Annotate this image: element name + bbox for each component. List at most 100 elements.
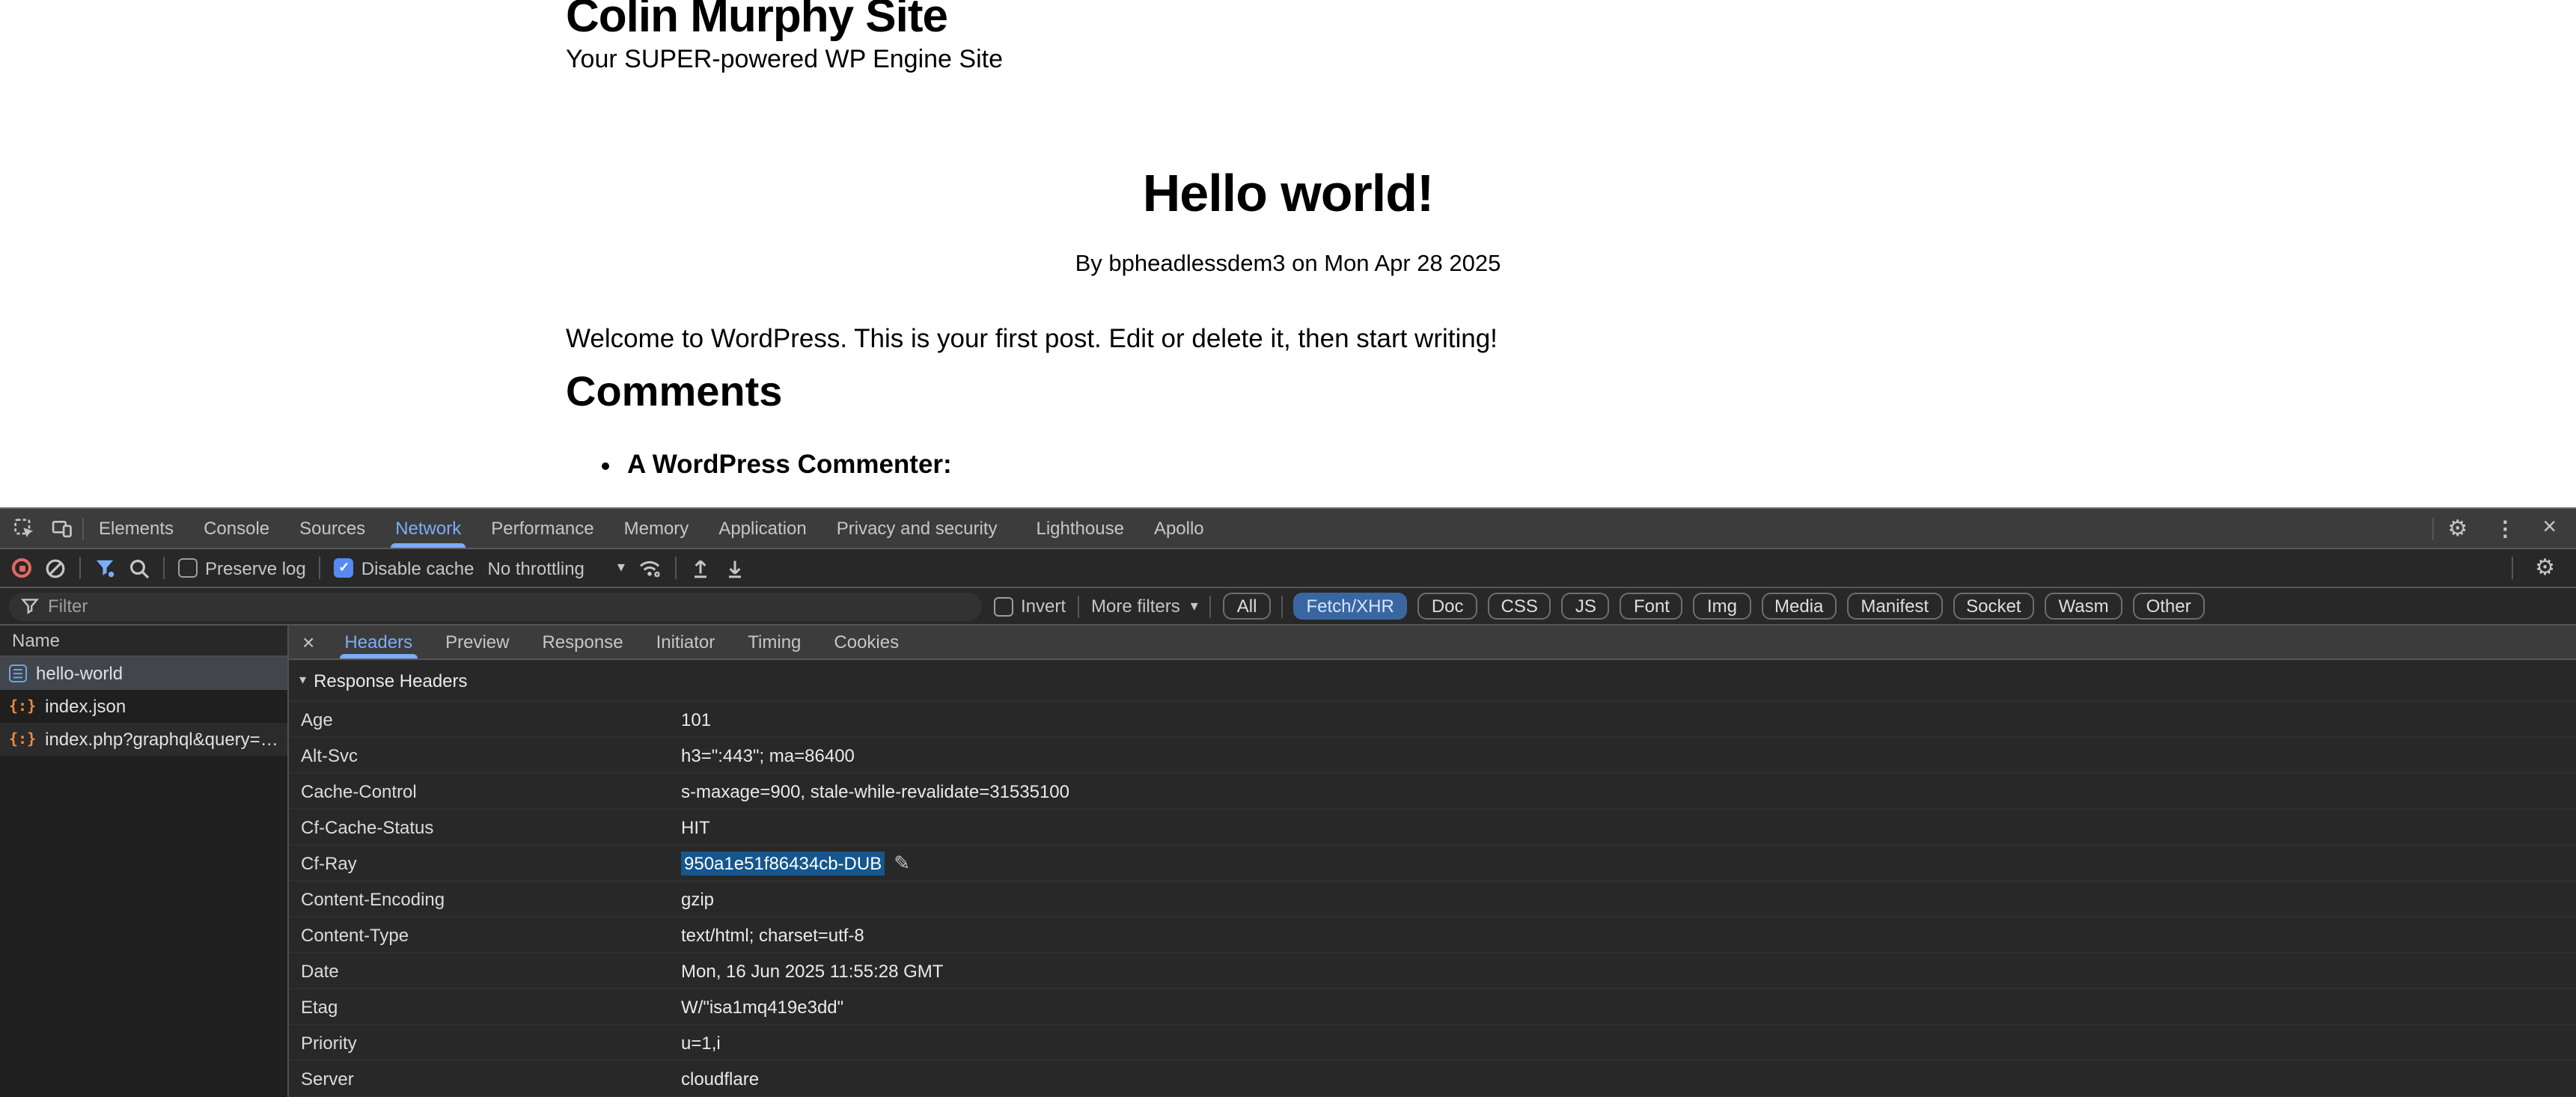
divider (2511, 557, 2512, 579)
devtools: Elements Console Sources Network Perform… (0, 507, 2576, 1097)
filter-input-wrap (9, 592, 982, 620)
section-title: Response Headers (314, 670, 467, 691)
webpage-viewport: Colin Murphy Site Your SUPER-powered WP … (0, 0, 2576, 507)
tab-lighthouse[interactable]: Lighthouse (1022, 509, 1139, 548)
export-har-icon[interactable] (725, 557, 746, 578)
header-value: text/html; charset=utf-8 (681, 924, 864, 945)
more-options-menu-icon[interactable]: ⋮ (2481, 516, 2529, 541)
chip-socket[interactable]: Socket (1953, 593, 2034, 620)
request-list-column-header[interactable]: Name (0, 626, 287, 657)
header-value: HIT (681, 816, 710, 837)
tab-privacy-and-security[interactable]: Privacy and security (822, 509, 1013, 548)
site-title: Colin Murphy Site (566, 0, 947, 43)
disclosure-triangle-icon: ▾ (299, 672, 306, 688)
checkbox-unchecked-icon (178, 558, 198, 578)
header-row: DateMon, 16 Jun 2025 11:55:28 GMT (289, 953, 2576, 989)
comments-heading: Comments (566, 368, 782, 416)
tab-network[interactable]: Network (380, 509, 476, 548)
header-value: W/"isa1mq419e3dd" (681, 996, 843, 1017)
invert-checkbox[interactable]: Invert (994, 596, 1066, 617)
header-name: Age (301, 709, 681, 730)
header-name: Etag (301, 996, 681, 1017)
request-row-index-php-graphql[interactable]: {:} index.php?graphql&query=q… (0, 723, 287, 756)
checkbox-checked-icon: ✓ (335, 558, 354, 578)
header-name: Alt-Svc (301, 745, 681, 766)
response-headers-section-toggle[interactable]: ▾ Response Headers (289, 660, 2576, 702)
tab-elements[interactable]: Elements (84, 509, 189, 548)
chip-other[interactable]: Other (2133, 593, 2205, 620)
import-har-icon[interactable] (691, 557, 712, 578)
tab-application[interactable]: Application (703, 509, 821, 548)
header-row: EtagW/"isa1mq419e3dd" (289, 989, 2576, 1025)
preserve-log-label: Preserve log (205, 557, 306, 578)
screen: Colin Murphy Site Your SUPER-powered WP … (0, 0, 2576, 1097)
header-value: 950a1e51f86434cb-DUB ✎ (681, 851, 910, 875)
divider (676, 557, 677, 579)
details-tab-timing[interactable]: Timing (731, 626, 817, 658)
header-value: gzip (681, 888, 714, 909)
chip-media[interactable]: Media (1761, 593, 1837, 620)
throttling-dropdown[interactable]: No throttling ▾ (488, 557, 625, 578)
json-icon: {:} (9, 731, 36, 748)
details-tabbar: × Headers Preview Response Initiator Tim… (289, 626, 2576, 660)
chip-img[interactable]: Img (1694, 593, 1751, 620)
record-network-log-button[interactable] (12, 558, 31, 578)
response-headers-list: Age101 Alt-Svch3=":443"; ma=86400 Cache-… (289, 702, 2576, 1097)
header-value: cloudflare (681, 1068, 759, 1089)
filter-toggle-icon[interactable] (94, 558, 115, 578)
tab-performance[interactable]: Performance (476, 509, 608, 548)
json-icon: {:} (9, 698, 36, 715)
details-tab-cookies[interactable]: Cookies (817, 626, 915, 658)
details-tab-initiator[interactable]: Initiator (640, 626, 732, 658)
network-settings-gear-icon[interactable]: ⚙ (2526, 557, 2564, 579)
network-conditions-icon[interactable] (638, 557, 662, 578)
tab-apollo[interactable]: Apollo (1139, 509, 1219, 548)
chip-font[interactable]: Font (1620, 593, 1683, 620)
tab-sources[interactable]: Sources (284, 509, 380, 548)
chip-css[interactable]: CSS (1488, 593, 1551, 620)
header-name: Cf-Ray (301, 852, 681, 873)
chip-manifest[interactable]: Manifest (1847, 593, 1942, 620)
details-tab-headers[interactable]: Headers (328, 626, 429, 658)
divider (1210, 595, 1212, 617)
tab-memory[interactable]: Memory (609, 509, 704, 548)
request-name: hello-world (36, 663, 123, 684)
close-details-icon[interactable]: × (289, 630, 328, 654)
details-tab-preview[interactable]: Preview (429, 626, 525, 658)
chip-doc[interactable]: Doc (1418, 593, 1477, 620)
edit-pencil-icon[interactable]: ✎ (894, 851, 910, 875)
disable-cache-label: Disable cache (361, 557, 474, 578)
request-row-index-json[interactable]: {:} index.json (0, 690, 287, 723)
filter-input[interactable] (9, 592, 982, 620)
header-value: u=1,i (681, 1032, 721, 1053)
close-devtools-icon[interactable]: × (2529, 515, 2570, 542)
preserve-log-checkbox[interactable]: Preserve log (178, 557, 306, 578)
chip-fetch-xhr[interactable]: Fetch/XHR (1292, 593, 1407, 620)
request-type-chips: All Fetch/XHR Doc CSS JS Font Img Media … (1224, 593, 2205, 620)
device-toolbar-icon[interactable] (42, 518, 82, 539)
settings-gear-icon[interactable]: ⚙ (2434, 517, 2481, 540)
tab-console[interactable]: Console (189, 509, 284, 548)
header-value: h3=":443"; ma=86400 (681, 745, 855, 766)
comments-list: A WordPress Commenter: (597, 449, 952, 480)
checkbox-unchecked-icon (994, 596, 1013, 616)
disable-cache-checkbox[interactable]: ✓ Disable cache (335, 557, 474, 578)
search-icon[interactable] (129, 557, 150, 578)
details-tab-response[interactable]: Response (525, 626, 639, 658)
chip-js[interactable]: JS (1562, 593, 1610, 620)
divider (1078, 595, 1079, 617)
header-row: Cf-Cache-StatusHIT (289, 810, 2576, 846)
chip-all[interactable]: All (1224, 593, 1271, 620)
header-value: 101 (681, 709, 711, 730)
header-row: Cache-Controls-maxage=900, stale-while-r… (289, 774, 2576, 810)
more-filters-dropdown[interactable]: More filters ▾ (1091, 596, 1198, 617)
header-row: Servercloudflare (289, 1061, 2576, 1097)
chip-wasm[interactable]: Wasm (2045, 593, 2122, 620)
network-filter-bar: Invert More filters ▾ All Fetch/XHR Doc … (0, 588, 2576, 626)
inspect-element-icon[interactable] (6, 518, 42, 539)
clear-network-log-icon[interactable] (45, 557, 66, 578)
request-details-panel: × Headers Preview Response Initiator Tim… (289, 626, 2576, 1097)
header-row: Alt-Svch3=":443"; ma=86400 (289, 738, 2576, 774)
request-row-hello-world[interactable]: hello-world (0, 657, 287, 690)
request-list: Name hello-world {:} index.json {:} inde… (0, 626, 289, 1097)
